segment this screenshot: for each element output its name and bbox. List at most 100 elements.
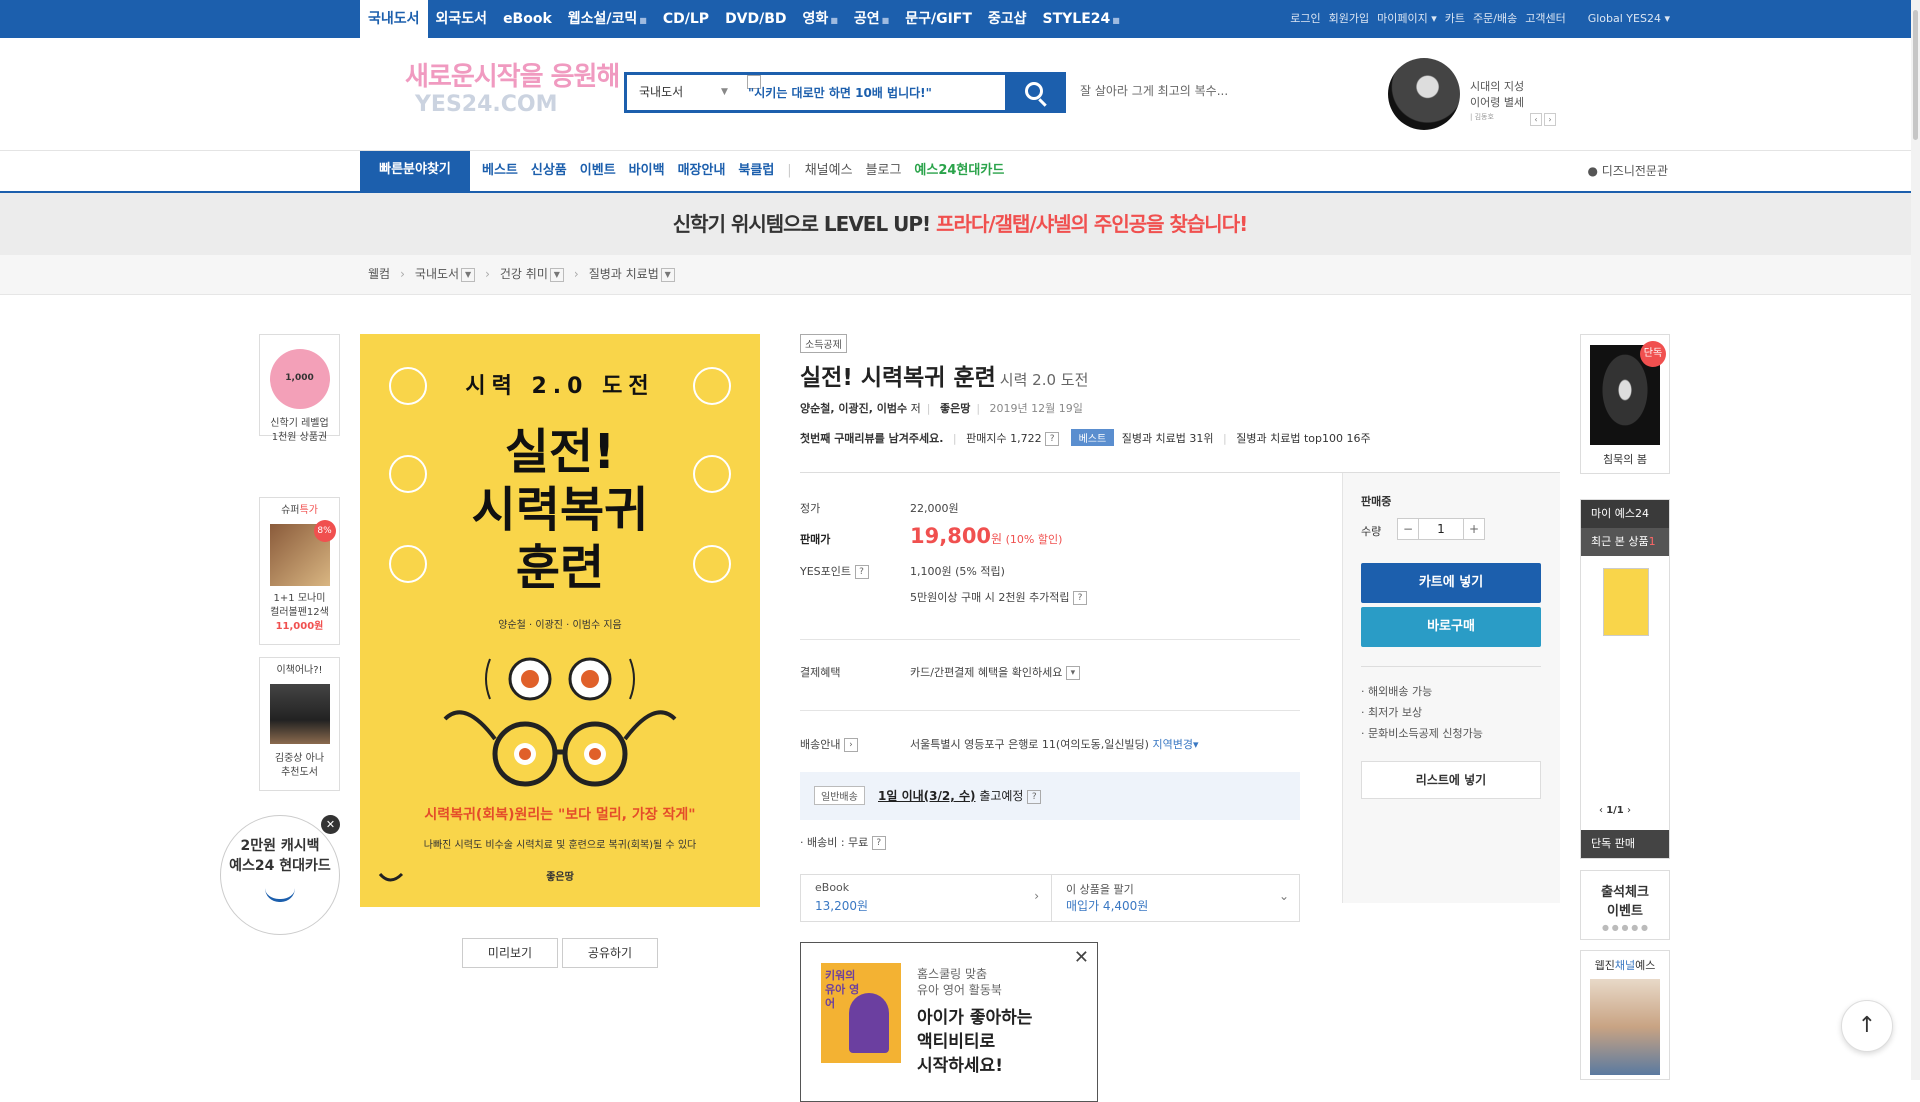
top-nav-webnovel[interactable]: 웹소설/코믹 ■: [560, 0, 655, 38]
top-nav-movie[interactable]: 영화 ■: [795, 0, 846, 38]
chevron-right-icon[interactable]: ›: [843, 738, 858, 752]
nav-bookclub[interactable]: 북클럽: [738, 151, 774, 191]
ebook-option[interactable]: eBook 13,200원 ›: [801, 875, 1051, 921]
help-icon[interactable]: ?: [854, 565, 869, 579]
ad-line4: 액티비티로: [917, 1032, 996, 1052]
nav-best[interactable]: 베스트: [482, 151, 518, 191]
scrollbar-thumb[interactable]: [1913, 10, 1918, 140]
note-overseas: · 해외배송 가능: [1361, 685, 1433, 698]
top-nav-performance[interactable]: 공연 ■: [846, 0, 897, 38]
author-suffix: 저: [910, 402, 921, 415]
cover-tagline: 시력복귀(회복)원리는 "보다 멀리, 가장 작게": [424, 807, 696, 823]
top-nav-foreign-books[interactable]: 외국도서: [428, 0, 496, 38]
close-icon[interactable]: ✕: [321, 815, 340, 834]
login-link[interactable]: 로그인: [1290, 0, 1320, 38]
buy-now-button[interactable]: 바로구매: [1361, 607, 1541, 647]
nav-blog[interactable]: 블로그: [866, 151, 902, 191]
ebook-price: 13,200원: [815, 899, 869, 913]
cart-link[interactable]: 카트: [1445, 0, 1465, 38]
divider: |: [976, 402, 981, 415]
webzine-channel-yes[interactable]: 웹진채널예스: [1580, 950, 1670, 1080]
share-button[interactable]: 공유하기: [562, 938, 658, 968]
breadcrumb-health[interactable]: 건강 취미 ▼: [500, 255, 564, 293]
shipping-address: 서울특별시 영등포구 은행로 11(여의도동,일신빌딩) 지역변경▾: [910, 738, 1199, 751]
top-nav-domestic-books[interactable]: 국내도서: [360, 0, 428, 38]
authors-link[interactable]: 양순철, 이광진, 이범수: [800, 402, 907, 415]
preview-button[interactable]: 미리보기: [462, 938, 558, 968]
nav-new[interactable]: 신상품: [531, 151, 567, 191]
nav-buyback[interactable]: 바이백: [629, 151, 665, 191]
exclusive-book[interactable]: 단독 침묵의 봄: [1580, 334, 1670, 474]
site-logo[interactable]: 새로운시작을 응원해 YES24.COM: [405, 52, 620, 144]
recent-item-thumbnail[interactable]: [1603, 568, 1649, 636]
side-promo-voucher[interactable]: 1,000 신학기 레벨업 1천원 상품권: [259, 334, 340, 443]
book-cover[interactable]: 시력 2.0 도전 실전! 시력복귀 훈련 양순철 · 이광진 · 이범수 지음…: [360, 334, 760, 907]
top-nav-ebook[interactable]: eBook: [495, 0, 560, 38]
chevron-right-icon[interactable]: ›: [1544, 113, 1556, 126]
help-icon[interactable]: ?: [1073, 591, 1088, 605]
top-nav-dvdbd[interactable]: DVD/BD: [717, 0, 794, 38]
help-icon[interactable]: ?: [1027, 789, 1042, 804]
nav-channel-yes[interactable]: 채널예스: [805, 151, 853, 191]
mypage-link[interactable]: 마이페이지 ▾: [1377, 0, 1437, 38]
change-region-link[interactable]: 지역변경: [1152, 738, 1192, 751]
plus-button[interactable]: +: [1464, 519, 1484, 539]
nav-store[interactable]: 매장안내: [678, 151, 726, 191]
attendance-line1: 출석체크: [1601, 885, 1649, 900]
my-yes24-link[interactable]: 마이 예스24: [1581, 500, 1669, 528]
delivery-box: 일반배송 1일 이내(3/2, 수) 출고예정 ?: [800, 772, 1300, 820]
cashback-card-ad[interactable]: 2만원 캐시백 예스24 현대카드: [220, 815, 340, 935]
dropdown-icon: ■: [1112, 16, 1120, 25]
minus-button[interactable]: −: [1398, 519, 1418, 539]
top-nav-cdlp[interactable]: CD/LP: [655, 0, 717, 38]
search-button[interactable]: [1005, 72, 1066, 113]
rank-weeks[interactable]: 질병과 치료법 top100 16주: [1236, 432, 1370, 445]
quantity-input[interactable]: 1: [1418, 519, 1464, 539]
close-icon[interactable]: ✕: [1074, 947, 1089, 968]
publisher-link[interactable]: 좋은땅: [940, 402, 970, 415]
top-nav-gift[interactable]: 문구/GIFT: [897, 0, 980, 38]
scrollbar[interactable]: [1911, 0, 1920, 1080]
breadcrumb-disease[interactable]: 질병과 치료법 ▼: [589, 255, 675, 293]
author-ad[interactable]: 시대의 지성 이어령 별세 | 김동호: [1388, 58, 1568, 138]
signup-link[interactable]: 회원가입: [1329, 0, 1369, 38]
promo-banner[interactable]: 신학기 위시템으로 LEVEL UP! 프라다/갤탭/샤넬의 주인공을 찾습니다…: [0, 193, 1920, 255]
discount-badge: 8%: [313, 520, 336, 542]
activity-book-ad[interactable]: 키워의 유아 영어 홈스쿨링 맞춤 유아 영어 활동북 아이가 좋아하는 액티비…: [800, 942, 1098, 1102]
divider: |: [926, 402, 931, 415]
breadcrumb-home[interactable]: 웰컴: [368, 255, 390, 293]
promo-line: 김중상 아나: [274, 753, 325, 764]
search-input[interactable]: "시키는 대로만 하면 10배 법니다!": [747, 75, 932, 100]
side-promo-super-deal[interactable]: 슈퍼특가 8% 1+1 모나미 컬러볼펜12색 11,000원: [259, 497, 340, 645]
add-to-list-button[interactable]: 리스트에 넣기: [1361, 761, 1541, 799]
help-icon[interactable]: ?: [871, 836, 886, 850]
scroll-top-button[interactable]: ↑: [1841, 1000, 1893, 1052]
author-ad-line1: 시대의 지성: [1470, 80, 1525, 93]
side-promo-recommend[interactable]: 이책어나?! 김중상 아나 추천도서: [259, 657, 340, 791]
attendance-event[interactable]: 출석체크 이벤트 ● ● ● ● ●: [1580, 870, 1670, 940]
quick-category-button[interactable]: 빠른분야찾기: [360, 151, 470, 193]
note-lowest-price: · 최저가 보상: [1361, 706, 1423, 719]
global-link[interactable]: Global YES24 ▾: [1588, 0, 1670, 38]
exclusive-sale-link[interactable]: 단독 판매: [1581, 830, 1669, 858]
breadcrumb-domestic[interactable]: 국내도서 ▼: [415, 255, 476, 293]
nav-hyundai-card[interactable]: 예스24현대카드: [914, 151, 1004, 191]
top-nav-style24[interactable]: STYLE24 ■: [1035, 0, 1128, 38]
top-nav-used[interactable]: 중고샵: [980, 0, 1035, 38]
support-link[interactable]: 고객센터: [1525, 0, 1565, 38]
sell-option[interactable]: 이 상품을 팔기 매입가 4,400원 ⌄: [1051, 875, 1301, 921]
promo-line: 신학기 레벨업: [270, 418, 329, 429]
review-link[interactable]: 첫번째 구매리뷰를 남겨주세요.: [800, 432, 943, 445]
chevron-left-icon[interactable]: ‹: [1530, 113, 1542, 126]
payment-benefit-link[interactable]: 카드/간편결제 혜택을 확인하세요 ▾: [910, 664, 1080, 680]
chevron-right-icon[interactable]: ›: [1627, 805, 1631, 816]
nav-event[interactable]: 이벤트: [580, 151, 616, 191]
rank-category[interactable]: 질병과 치료법 31위: [1122, 432, 1214, 445]
search-hint[interactable]: 잘 살아라 그게 최고의 복수...: [1080, 82, 1228, 99]
add-to-cart-button[interactable]: 카트에 넣기: [1361, 563, 1541, 603]
orders-link[interactable]: 주문/배송: [1473, 0, 1517, 38]
help-icon[interactable]: ?: [1045, 432, 1060, 446]
chevron-left-icon[interactable]: ‹: [1599, 805, 1603, 816]
disney-link[interactable]: ● 디즈니전문관: [1587, 151, 1668, 191]
search-category-select[interactable]: 국내도서: [639, 75, 683, 110]
